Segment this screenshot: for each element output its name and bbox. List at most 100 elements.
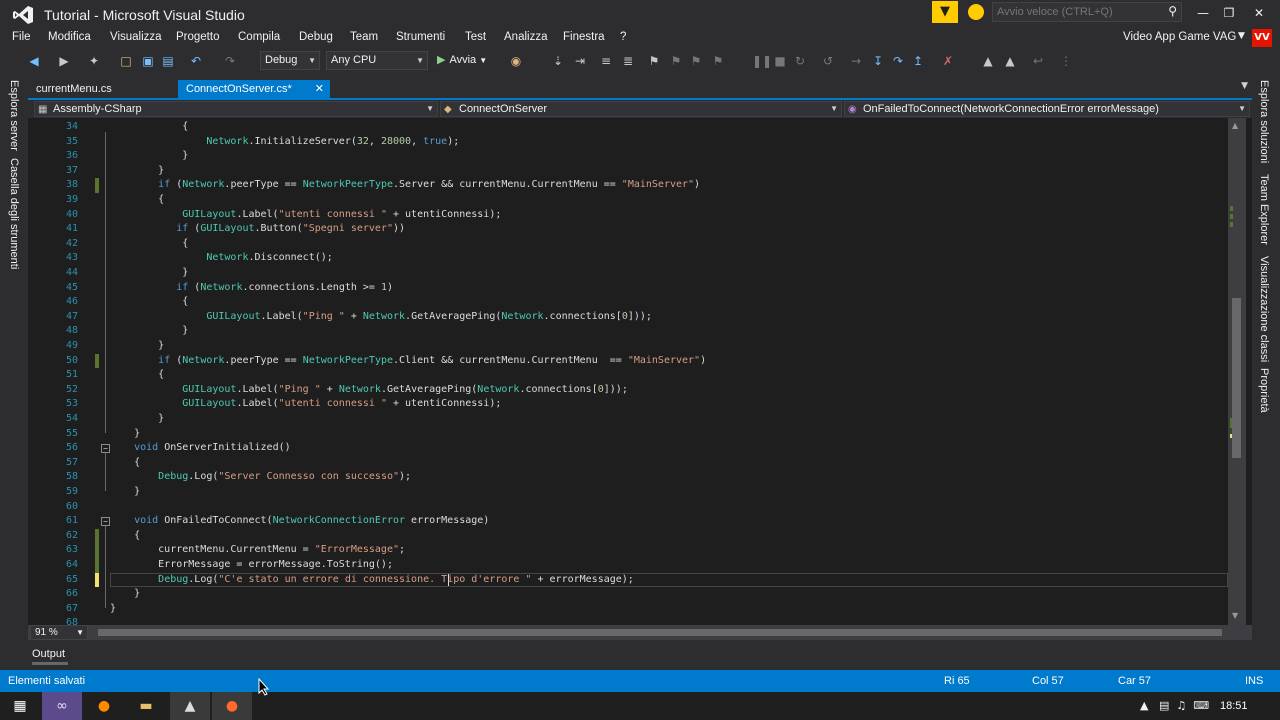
member-select[interactable]: ◉ OnFailedToConnect(NetworkConnectionErr… — [844, 101, 1250, 117]
code-line[interactable]: 46 { — [28, 295, 1228, 310]
collapse-region-icon[interactable]: − — [101, 444, 110, 454]
team-explorer-tab[interactable]: Team Explorer — [1258, 174, 1270, 245]
step-over-debug-icon[interactable]: ↷ — [890, 53, 906, 69]
menu-team[interactable]: Team — [350, 31, 378, 43]
restart-icon[interactable]: ↻ — [792, 53, 808, 69]
scroll-down-arrow-icon[interactable]: ▼ — [1232, 611, 1238, 620]
code-line[interactable]: 60 — [28, 500, 1228, 515]
tab-list-chevron-down-icon[interactable]: ▼ — [1241, 81, 1248, 91]
recording-app-taskbar-icon[interactable]: ● — [212, 692, 252, 720]
taskbar-clock[interactable]: 18:51 — [1220, 700, 1248, 712]
code-line[interactable]: 37 } — [28, 164, 1228, 179]
code-line[interactable]: 43 Network.Disconnect(); — [28, 251, 1228, 266]
menu-debug[interactable]: Debug — [299, 31, 333, 43]
solution-explorer-tab[interactable]: Esplora soluzioni — [1258, 80, 1270, 163]
menu-analizza[interactable]: Analizza — [504, 31, 547, 43]
code-line[interactable]: 51 { — [28, 368, 1228, 383]
search-icon[interactable]: ⚲ — [1168, 4, 1177, 18]
next-bookmark-icon[interactable]: ⚑ — [688, 53, 704, 69]
file-explorer-taskbar-icon[interactable]: ▬ — [126, 692, 166, 720]
restore-button[interactable]: ❐ — [1216, 4, 1242, 22]
close-tab-icon[interactable]: ✕ — [315, 80, 324, 98]
code-line[interactable]: 53 GUILayout.Label("utenti connessi " + … — [28, 397, 1228, 412]
find-in-files-icon[interactable]: ◉ — [508, 53, 524, 69]
menu-compila[interactable]: Compila — [238, 31, 280, 43]
bookmark-icon[interactable]: ⚑ — [646, 53, 662, 69]
step-into-debug-icon[interactable]: ↧ — [870, 53, 886, 69]
tab-output[interactable]: Output — [28, 645, 88, 663]
redo-icon[interactable]: ↷ — [222, 53, 238, 69]
notifications-flag-icon[interactable]: ▼ — [932, 1, 958, 23]
navigate-forward-icon[interactable]: ▶ — [56, 53, 72, 69]
code-line[interactable]: 50 if (Network.peerType == NetworkPeerTy… — [28, 353, 1228, 369]
account-avatar[interactable]: VV — [1252, 29, 1272, 47]
menu-strumenti[interactable]: Strumenti — [396, 31, 445, 43]
code-line[interactable]: 40 GUILayout.Label("utenti connessi " + … — [28, 208, 1228, 223]
clear-bookmarks-icon[interactable]: ⚑ — [710, 53, 726, 69]
menu-file[interactable]: File — [12, 31, 31, 43]
navigate-back-icon[interactable]: ◀ — [26, 53, 42, 69]
show-next-statement-icon[interactable]: → — [848, 53, 864, 69]
code-line[interactable]: 61 − void OnFailedToConnect(NetworkConnec… — [28, 514, 1228, 529]
keyboard-icon[interactable]: ⌨ — [1193, 699, 1209, 712]
toolbox-tab[interactable]: Casella degli strumenti — [8, 158, 20, 269]
unity-taskbar-icon[interactable]: ▲ — [170, 692, 210, 720]
menu-progetto[interactable]: Progetto — [176, 31, 219, 43]
tab-connect-on-server[interactable]: ConnectOnServer.cs* ✕ — [178, 80, 330, 98]
code-line[interactable]: 62 { — [28, 528, 1228, 544]
menu-test[interactable]: Test — [465, 31, 486, 43]
save-icon[interactable]: ▣ — [140, 53, 156, 69]
code-line[interactable]: 45 if (Network.connections.Length >= 1) — [28, 281, 1228, 296]
project-select[interactable]: ▦ Assembly-CSharp ▼ — [34, 101, 438, 117]
vertical-scrollbar[interactable]: ▲ ▼ — [1228, 118, 1246, 625]
code-line[interactable]: 49 } — [28, 339, 1228, 354]
type-select[interactable]: ◆ ConnectOnServer ▼ — [440, 101, 842, 117]
solution-configuration-select[interactable]: Debug ▼ — [260, 51, 320, 70]
server-explorer-tab[interactable]: Esplora server — [8, 80, 20, 151]
code-line[interactable]: 44 } — [28, 266, 1228, 281]
volume-icon[interactable]: ♫ — [1176, 699, 1186, 712]
step-into-icon[interactable]: ⇣ — [550, 53, 566, 69]
network-icon[interactable]: ▤ — [1159, 699, 1169, 712]
code-line[interactable]: 47 GUILayout.Label("Ping " + Network.Get… — [28, 310, 1228, 325]
save-all-icon[interactable]: ▤ — [160, 53, 176, 69]
feedback-smiley-icon[interactable] — [968, 4, 984, 20]
code-line[interactable]: 39 { — [28, 193, 1228, 208]
tab-current-menu[interactable]: currentMenu.cs — [28, 80, 120, 98]
code-line[interactable]: 56 − void OnServerInitialized() — [28, 441, 1228, 456]
code-line[interactable]: 63 currentMenu.CurrentMenu = "ErrorMessa… — [28, 543, 1228, 558]
class-view-tab[interactable]: Visualizzazione classi — [1258, 256, 1270, 362]
horizontal-scrollbar-thumb[interactable] — [98, 629, 1222, 636]
breakpoint-tools-icon[interactable]: ✗ — [940, 53, 956, 69]
menu-help[interactable]: ? — [620, 31, 626, 43]
toolbar-options-icon[interactable]: ⋮ — [1058, 53, 1074, 69]
code-line[interactable]: 48 } — [28, 324, 1228, 339]
code-line[interactable]: 57 { — [28, 456, 1228, 471]
start-debugging-button[interactable]: ▶ Avvia ▼ — [437, 51, 487, 70]
account-name[interactable]: Video App Game VAG — [1123, 31, 1236, 43]
minimize-button[interactable]: — — [1190, 4, 1216, 22]
firefox-taskbar-icon[interactable]: ● — [84, 692, 124, 720]
code-line[interactable]: 64 ErrorMessage = errorMessage.ToString(… — [28, 558, 1228, 573]
code-line[interactable]: 67} — [28, 602, 1228, 617]
quick-launch-input[interactable] — [993, 3, 1153, 21]
pause-icon[interactable]: ❚❚ — [752, 53, 772, 69]
visual-studio-taskbar-icon[interactable]: ∞ — [42, 692, 82, 720]
code-line[interactable]: 68 — [28, 616, 1228, 625]
menu-modifica[interactable]: Modifica — [48, 31, 91, 43]
undo-icon[interactable]: ↶ — [188, 53, 204, 69]
prev-bookmark-icon[interactable]: ⚑ — [668, 53, 684, 69]
solution-platform-select[interactable]: Any CPU ▼ — [326, 51, 428, 70]
account-chevron-down-icon[interactable]: ▼ — [1238, 31, 1245, 41]
code-line[interactable]: 54 } — [28, 412, 1228, 427]
deploy-icon[interactable]: ▲ — [1002, 53, 1018, 69]
code-line[interactable]: 58 Debug.Log("Server Connesso con succes… — [28, 470, 1228, 485]
tray-expand-icon[interactable]: ▲ — [1140, 699, 1148, 712]
scrollbar-thumb[interactable] — [1232, 298, 1241, 458]
close-window-button[interactable]: ✕ — [1246, 4, 1272, 22]
code-line[interactable]: 66 } — [28, 587, 1228, 602]
open-file-icon[interactable]: □ — [118, 53, 134, 69]
step-out-icon[interactable]: ↥ — [910, 53, 926, 69]
hot-reload-icon[interactable]: ↺ — [820, 53, 836, 69]
code-line[interactable]: 38 if (Network.peerType == NetworkPeerTy… — [28, 178, 1228, 193]
